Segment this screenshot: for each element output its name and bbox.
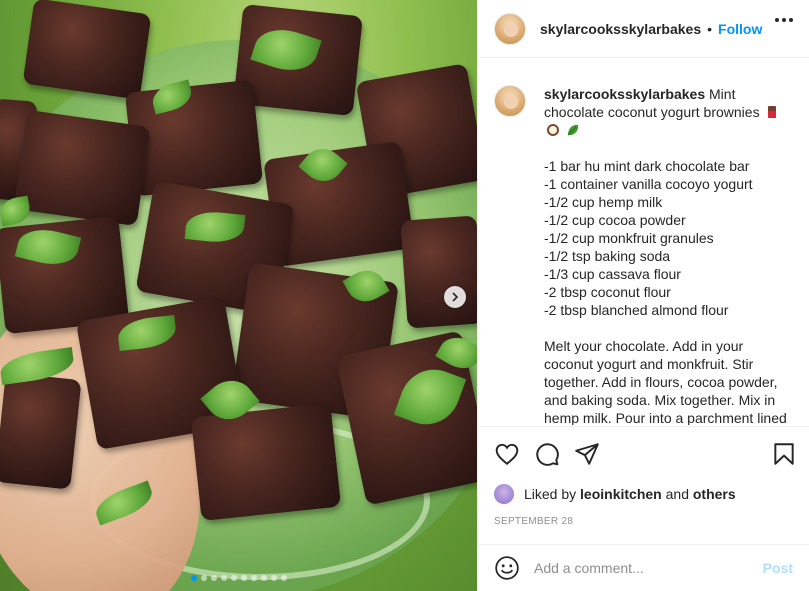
carousel-next-button[interactable] bbox=[444, 286, 466, 308]
liker-username[interactable]: leoinkitchen bbox=[580, 486, 662, 502]
post-sidebar: skylarcooksskylarbakes • Follow skylarco… bbox=[477, 0, 809, 591]
chocolate-bar-emoji-icon bbox=[768, 106, 777, 118]
carousel-dot bbox=[240, 575, 247, 581]
carousel-dot bbox=[280, 575, 287, 581]
heart-icon[interactable] bbox=[494, 441, 520, 467]
caption-username[interactable]: skylarcooksskylarbakes bbox=[544, 86, 705, 102]
author-avatar[interactable] bbox=[494, 12, 526, 45]
post-comment-button[interactable]: Post bbox=[763, 560, 793, 576]
ingredient-item: -2 tbsp coconut flour bbox=[544, 284, 671, 300]
ingredient-item: -1/2 cup monkfruit granules bbox=[544, 230, 714, 246]
carousel-dot bbox=[200, 575, 207, 581]
carousel-dot bbox=[220, 575, 227, 581]
likes-prefix: Liked by bbox=[524, 486, 577, 502]
leaf-emoji-icon bbox=[567, 124, 579, 136]
coconut-emoji-icon bbox=[547, 124, 559, 136]
header-separator: • bbox=[707, 20, 713, 37]
brownie bbox=[190, 402, 342, 522]
ingredient-item: -1/3 cup cassava flour bbox=[544, 266, 681, 282]
post-header: skylarcooksskylarbakes • Follow bbox=[478, 0, 809, 58]
ingredient-list: -1 bar hu mint dark chocolate bar -1 con… bbox=[544, 157, 789, 319]
caption: skylarcooksskylarbakes Mint chocolate co… bbox=[478, 59, 809, 425]
brownie bbox=[400, 215, 477, 329]
comment-icon[interactable] bbox=[534, 441, 560, 467]
comment-input[interactable] bbox=[534, 560, 754, 576]
brownie bbox=[22, 0, 152, 100]
brownie bbox=[13, 109, 151, 227]
follow-button[interactable]: Follow bbox=[718, 21, 762, 37]
caption-author-avatar[interactable] bbox=[494, 85, 526, 117]
ingredient-item: -1 container vanilla cocoyo yogurt bbox=[544, 176, 753, 192]
likes-summary: Liked by leoinkitchen and others bbox=[494, 484, 736, 504]
chevron-right-icon bbox=[452, 292, 459, 302]
ingredient-item: -2 tbsp blanched almond flour bbox=[544, 302, 729, 318]
ingredient-item: -1/2 cup hemp milk bbox=[544, 194, 663, 210]
carousel-indicator bbox=[0, 575, 477, 581]
likes-others-link[interactable]: others bbox=[693, 486, 736, 502]
ingredient-item: -1 bar hu mint dark chocolate bar bbox=[544, 158, 750, 174]
ingredient-item: -1/2 tsp baking soda bbox=[544, 248, 671, 264]
post-date[interactable]: SEPTEMBER 28 bbox=[494, 516, 573, 527]
likes-and: and bbox=[665, 486, 689, 502]
carousel-dot bbox=[270, 575, 277, 581]
author-username[interactable]: skylarcooksskylarbakes bbox=[540, 21, 701, 37]
emoji-icon[interactable] bbox=[494, 555, 520, 581]
carousel-dot bbox=[250, 575, 257, 581]
carousel-dot bbox=[210, 575, 217, 581]
carousel-dot bbox=[190, 575, 197, 581]
share-icon[interactable] bbox=[574, 441, 600, 467]
caption-body: skylarcooksskylarbakes Mint chocolate co… bbox=[544, 85, 789, 425]
bookmark-icon[interactable] bbox=[771, 441, 797, 467]
action-bar bbox=[478, 426, 809, 484]
comment-bar: Post bbox=[478, 544, 809, 591]
brownie bbox=[0, 372, 82, 490]
post-photo[interactable] bbox=[0, 0, 477, 591]
ingredient-item: -1/2 cup cocoa powder bbox=[544, 212, 686, 228]
caption-title-line: skylarcooksskylarbakes Mint chocolate co… bbox=[544, 85, 789, 139]
method-text: Melt your chocolate. Add in your coconut… bbox=[544, 338, 787, 425]
carousel-dot bbox=[260, 575, 267, 581]
liker-avatar[interactable] bbox=[494, 484, 514, 504]
carousel-dot bbox=[230, 575, 237, 581]
more-options-icon[interactable] bbox=[775, 18, 793, 22]
